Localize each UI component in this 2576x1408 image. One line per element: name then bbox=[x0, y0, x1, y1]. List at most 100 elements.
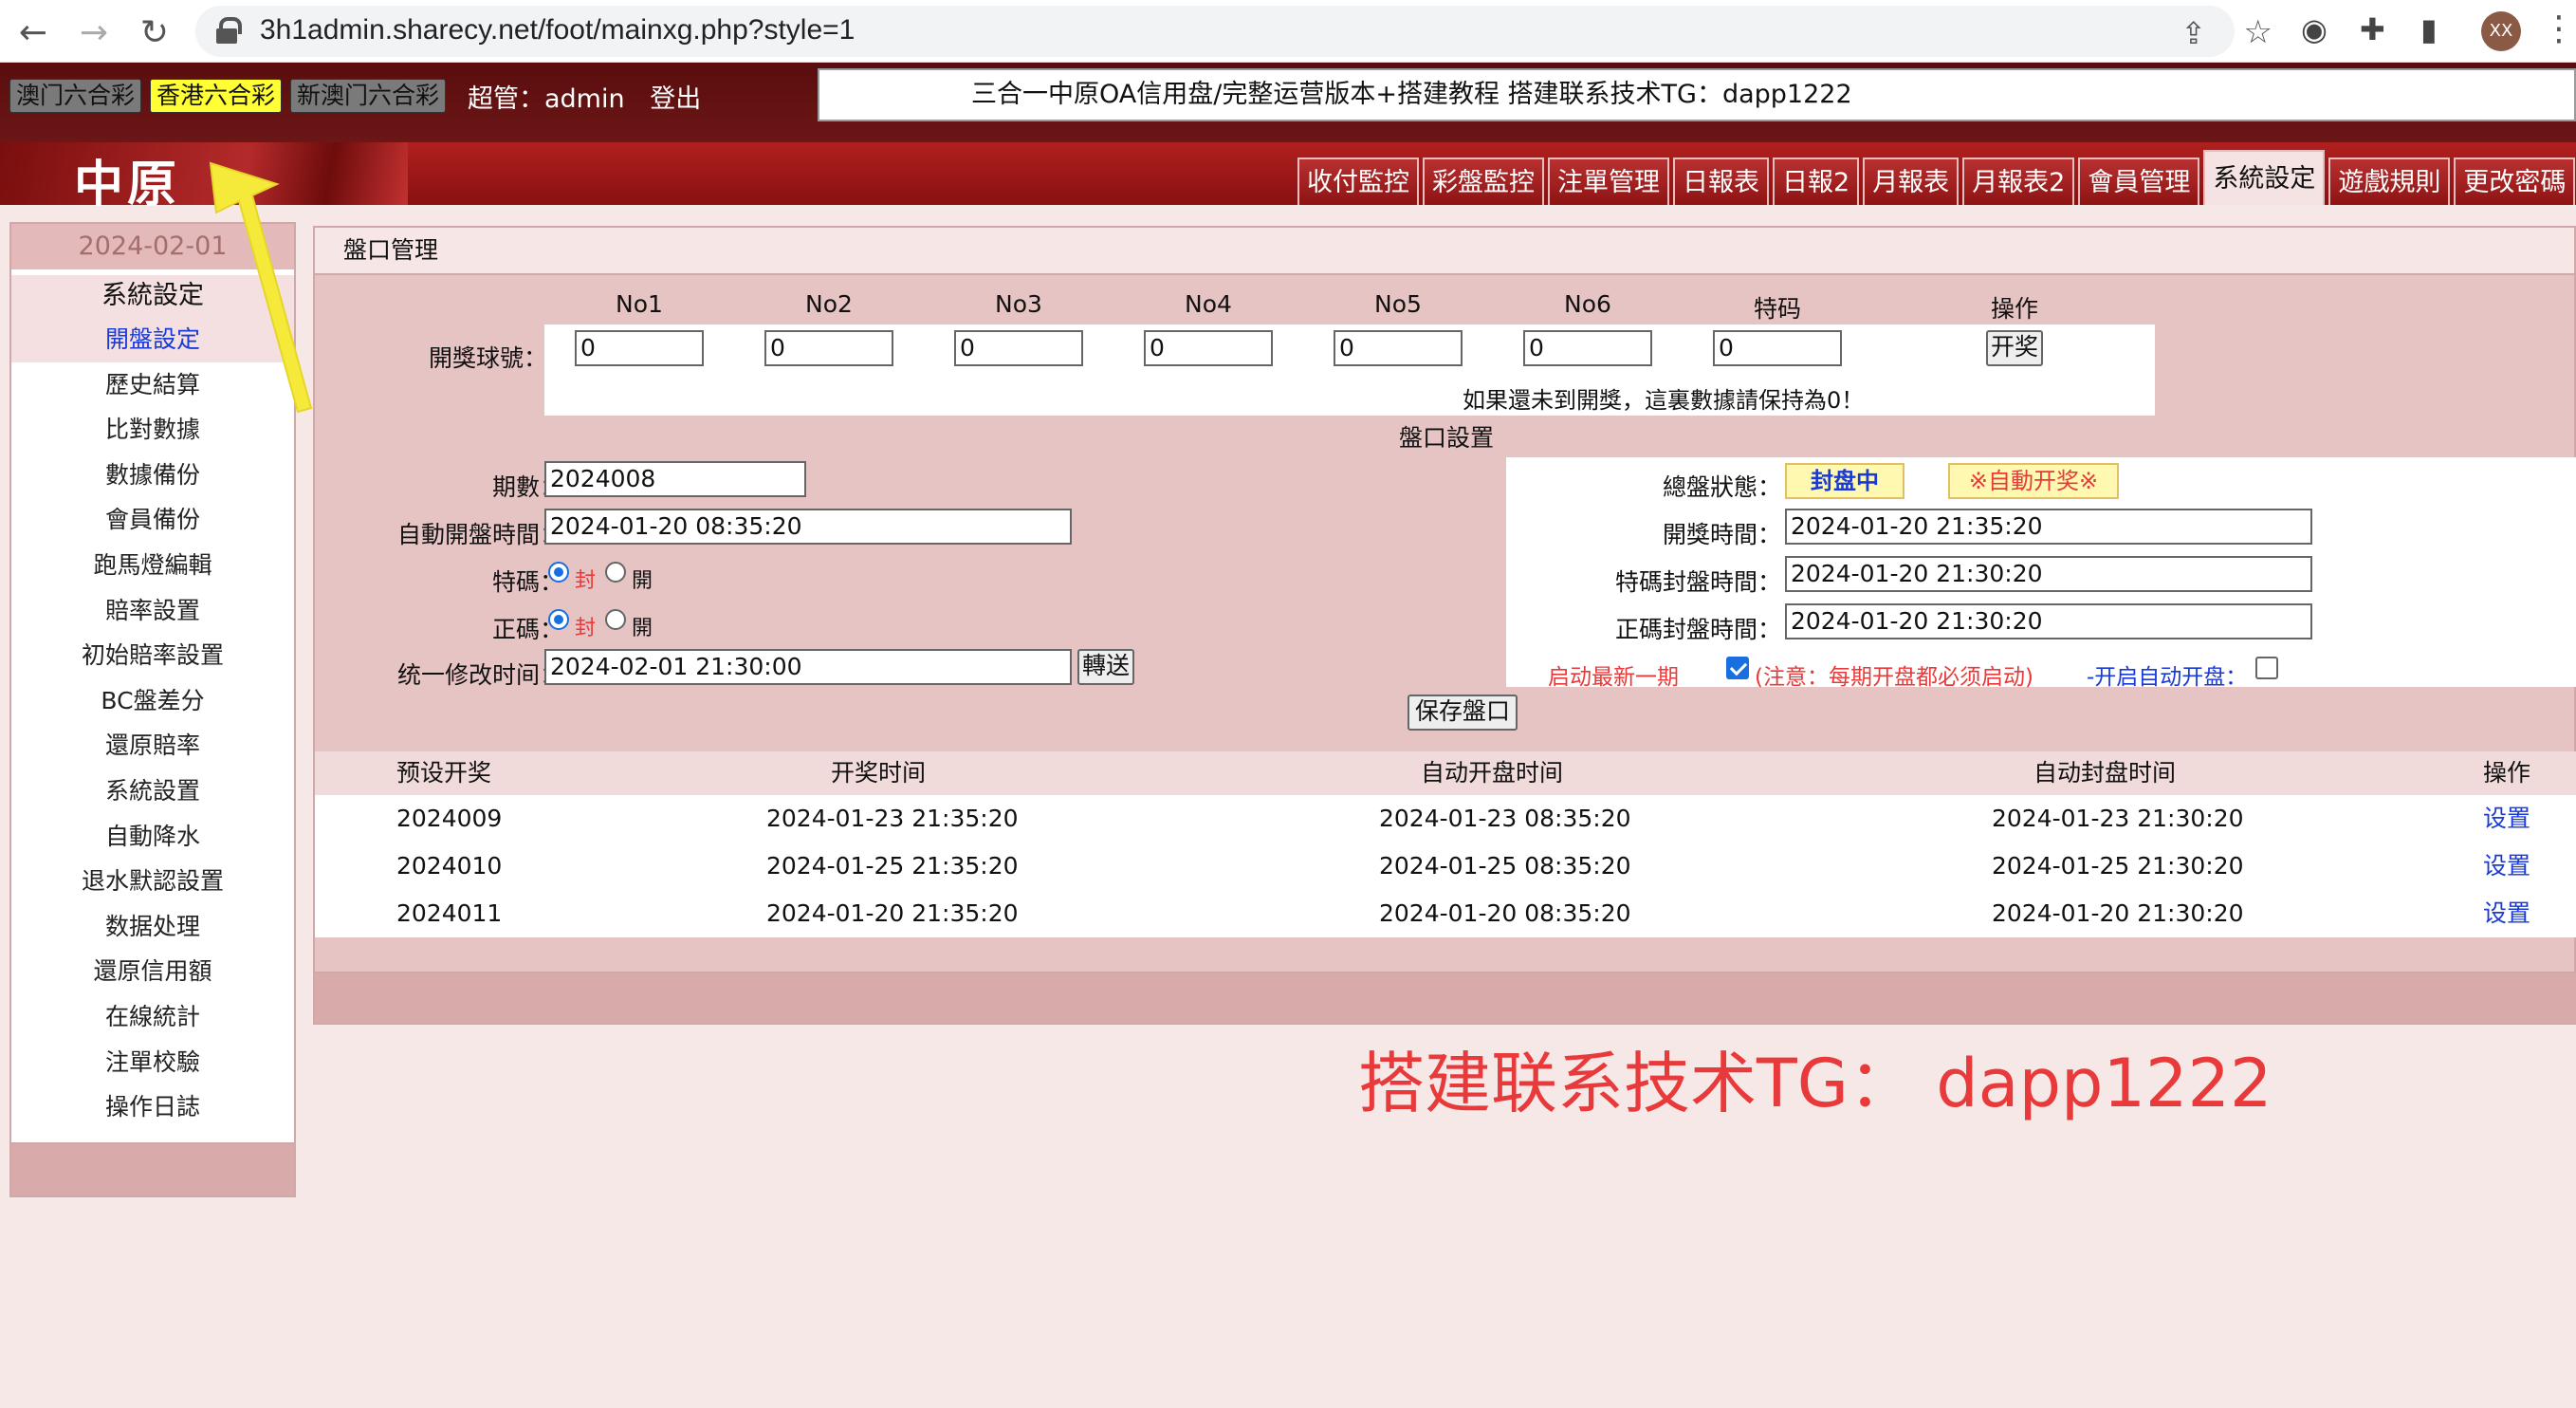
sidebar-item-restore-credit[interactable]: 還原信用額 bbox=[11, 949, 294, 994]
zhengma-close-text: 封 bbox=[575, 617, 597, 640]
tab-monthly-report[interactable]: 月報表 bbox=[1863, 157, 1960, 205]
reload-icon[interactable]: ↻ bbox=[131, 9, 178, 57]
address-bar[interactable]: 3h1admin.sharecy.net/foot/mainxg.php?sty… bbox=[195, 6, 2272, 57]
sidebar-item-data-processing[interactable]: 数据处理 bbox=[11, 904, 294, 950]
table-row: 2024009 2024-01-23 21:35:20 2024-01-23 0… bbox=[315, 795, 2576, 843]
ball-input-2[interactable]: 0 bbox=[764, 330, 893, 366]
auto-open-switch-checkbox[interactable] bbox=[2255, 657, 2278, 679]
tab-change-password[interactable]: 更改密碼 bbox=[2454, 157, 2576, 205]
ball-input-3[interactable]: 0 bbox=[954, 330, 1083, 366]
row-set-link[interactable]: 设置 bbox=[2483, 795, 2530, 843]
row-set-link[interactable]: 设置 bbox=[2483, 890, 2530, 937]
col-tema: 特码 bbox=[1753, 295, 1801, 323]
row-period: 2024011 bbox=[396, 899, 503, 927]
sidebar-item-initial-odds[interactable]: 初始賠率設置 bbox=[11, 633, 294, 678]
sidebar-item-order-check[interactable]: 注單校驗 bbox=[11, 1040, 294, 1085]
zhengma-label: 正碼： bbox=[491, 616, 563, 643]
tab-member-management[interactable]: 會員管理 bbox=[2078, 157, 2200, 205]
side-panel-icon[interactable]: ▮ bbox=[2420, 11, 2438, 47]
sidebar-item-restore-odds[interactable]: 還原賠率 bbox=[11, 723, 294, 769]
tema-open-text: 開 bbox=[632, 569, 653, 593]
ball-input-1[interactable]: 0 bbox=[575, 330, 704, 366]
zhengma-close-time-label: 正碼封盤時間： bbox=[1614, 616, 1781, 643]
zhengma-open-radio[interactable] bbox=[605, 609, 626, 630]
lock-icon[interactable] bbox=[216, 17, 242, 44]
extension-icon[interactable]: ◉ bbox=[2301, 11, 2328, 47]
url-text[interactable]: 3h1admin.sharecy.net/foot/mainxg.php?sty… bbox=[260, 14, 855, 46]
tab-order-management[interactable]: 注單管理 bbox=[1548, 157, 1669, 205]
tab-payment-monitor[interactable]: 收付監控 bbox=[1297, 157, 1419, 205]
transfer-button[interactable]: 轉送 bbox=[1077, 649, 1134, 685]
tab-daily-report-2[interactable]: 日報2 bbox=[1773, 157, 1860, 205]
sidebar-item-system-settings[interactable]: 系統設置 bbox=[11, 769, 294, 814]
draw-time-label: 開獎時間： bbox=[1662, 521, 1781, 548]
col-no3: No3 bbox=[995, 290, 1042, 318]
sidebar-item-odds-settings[interactable]: 賠率設置 bbox=[11, 588, 294, 634]
marquee: 三合一中原OA信用盘/完整运营版本+搭建教程 搭建联系技术TG：dapp1222 bbox=[818, 68, 2576, 121]
ball-input-5[interactable]: 0 bbox=[1334, 330, 1463, 366]
row-draw-time: 2024-01-25 21:35:20 bbox=[766, 852, 1019, 880]
logout-link[interactable]: 登出 bbox=[650, 84, 701, 114]
lottery-macau-button[interactable]: 澳门六合彩 bbox=[9, 79, 142, 113]
tema-close-time-input[interactable]: 2024-01-20 21:30:20 bbox=[1785, 556, 2312, 592]
table-row: 2024011 2024-01-20 21:35:20 2024-01-20 0… bbox=[315, 890, 2576, 937]
sidebar-item-rebate-default[interactable]: 退水默認設置 bbox=[11, 859, 294, 904]
auto-open-input[interactable]: 2024-01-20 08:35:20 bbox=[544, 509, 1072, 545]
tab-system-settings[interactable]: 系統設定 bbox=[2203, 150, 2326, 205]
sidebar-item-member-backup[interactable]: 會員備份 bbox=[11, 497, 294, 543]
start-new-checkbox[interactable] bbox=[1726, 657, 1749, 679]
menu-icon[interactable]: ⋮ bbox=[2542, 9, 2576, 48]
sidebar-item-marquee-edit[interactable]: 跑馬燈編輯 bbox=[11, 543, 294, 588]
row-auto-open: 2024-01-20 08:35:20 bbox=[1379, 899, 1631, 927]
header-draw-time: 开奖时间 bbox=[831, 759, 927, 787]
contact-overlay: 搭建联系技术TG： dapp1222 bbox=[1358, 1045, 2272, 1122]
auto-open-switch-label: -开启自动开盘： bbox=[2087, 665, 2248, 690]
share-icon[interactable]: ⇪ bbox=[2180, 15, 2206, 51]
draw-button[interactable]: 开奖 bbox=[1986, 330, 2043, 366]
sidebar-item-bc-diff[interactable]: BC盤差分 bbox=[11, 678, 294, 724]
settings-right: 總盤狀態： 封盘中 ※自動开奖※ 開獎時間： 2024-01-20 21:35:… bbox=[1506, 457, 2576, 690]
header-action: 操作 bbox=[2483, 759, 2531, 787]
draw-time-input[interactable]: 2024-01-20 21:35:20 bbox=[1785, 509, 2312, 545]
period-input[interactable]: 2024008 bbox=[544, 461, 806, 497]
row-auto-close: 2024-01-23 21:30:20 bbox=[1992, 805, 2244, 832]
panel-footer bbox=[315, 972, 2576, 1023]
schedule-table: 预设开奖 开奖时间 自动开盘时间 自动封盘时间 操作 2024009 2024-… bbox=[315, 751, 2576, 937]
tab-daily-report[interactable]: 日報表 bbox=[1673, 157, 1769, 205]
save-button[interactable]: 保存盤口 bbox=[1408, 695, 1518, 731]
tema-close-radio[interactable] bbox=[548, 562, 569, 583]
unify-input[interactable]: 2024-02-01 21:30:00 bbox=[544, 649, 1072, 685]
tab-game-rules[interactable]: 遊戲規則 bbox=[2328, 157, 2451, 205]
tema-open-radio[interactable] bbox=[605, 562, 626, 583]
tab-monthly-report-2[interactable]: 月報表2 bbox=[1962, 157, 2075, 205]
back-arrow-icon[interactable]: ← bbox=[9, 9, 57, 57]
row-set-link[interactable]: 设置 bbox=[2483, 843, 2530, 890]
col-action: 操作 bbox=[1990, 295, 2038, 323]
zhengma-close-time-input[interactable]: 2024-01-20 21:30:20 bbox=[1785, 603, 2312, 639]
lottery-hongkong-button[interactable]: 香港六合彩 bbox=[150, 79, 283, 113]
bookmark-star-icon[interactable]: ☆ bbox=[2244, 13, 2272, 51]
tab-lottery-monitor[interactable]: 彩盤監控 bbox=[1423, 157, 1544, 205]
ball-input-tema[interactable]: 0 bbox=[1713, 330, 1842, 366]
forward-arrow-icon[interactable]: → bbox=[70, 9, 118, 57]
profile-avatar[interactable]: XX bbox=[2481, 11, 2521, 51]
sidebar-item-online-stats[interactable]: 在線統計 bbox=[11, 994, 294, 1040]
sidebar-footer bbox=[11, 1142, 294, 1195]
period-label: 期數： bbox=[491, 473, 563, 501]
puzzle-icon[interactable]: ✚ bbox=[2360, 11, 2385, 47]
zhengma-open-text: 開 bbox=[632, 617, 653, 640]
row-draw-time: 2024-01-23 21:35:20 bbox=[766, 805, 1019, 832]
ball-input-4[interactable]: 0 bbox=[1144, 330, 1273, 366]
total-status-label: 總盤狀態： bbox=[1662, 473, 1781, 501]
lottery-new-macau-button[interactable]: 新澳门六合彩 bbox=[290, 79, 447, 113]
admin-label: 超管：admin bbox=[468, 84, 625, 114]
sidebar-item-operation-log[interactable]: 操作日誌 bbox=[11, 1084, 294, 1130]
row-auto-open: 2024-01-23 08:35:20 bbox=[1379, 805, 1631, 832]
zhengma-close-radio[interactable] bbox=[548, 609, 569, 630]
ball-input-6[interactable]: 0 bbox=[1523, 330, 1652, 366]
start-new-note: (注意：每期开盘都必须启动) bbox=[1755, 665, 2033, 690]
sidebar-item-data-backup[interactable]: 數據備份 bbox=[11, 453, 294, 498]
schedule-header: 预设开奖 开奖时间 自动开盘时间 自动封盘时间 操作 bbox=[315, 751, 2576, 795]
sidebar-item-auto-drop[interactable]: 自動降水 bbox=[11, 814, 294, 860]
row-auto-open: 2024-01-25 08:35:20 bbox=[1379, 852, 1631, 880]
